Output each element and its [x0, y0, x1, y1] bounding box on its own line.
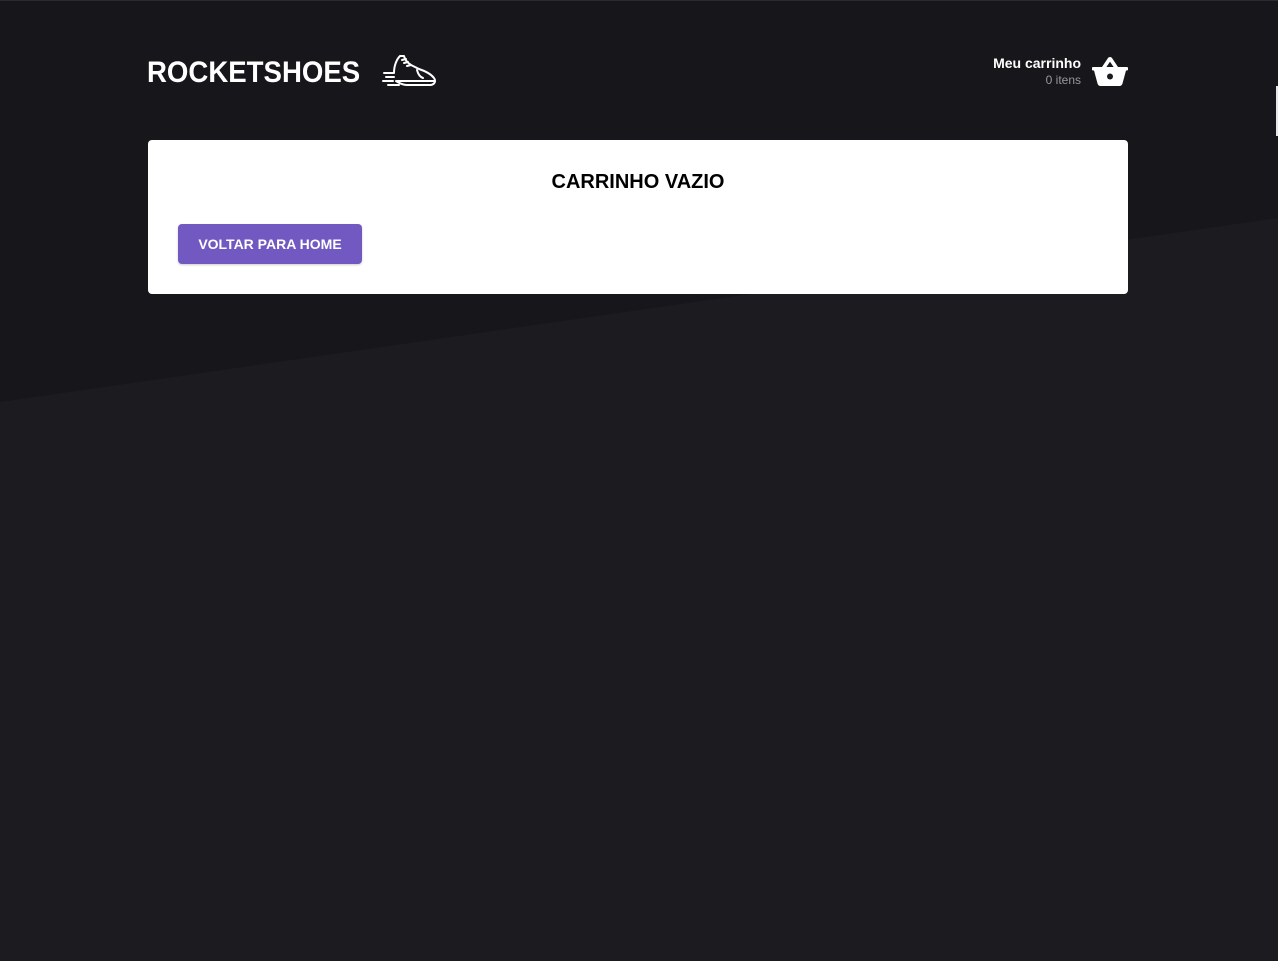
brand-name: ROCKETSHOES — [147, 56, 361, 89]
site-header: ROCKETSHOES Meu carrinho 0 itens — [147, 48, 1128, 98]
logo-link[interactable]: ROCKETSHOES — [147, 51, 437, 95]
running-shoe-icon — [381, 55, 436, 86]
cart-info: Meu carrinho 0 itens — [993, 55, 1081, 88]
empty-cart-title: CARRINHO VAZIO — [551, 171, 725, 193]
shopping-basket-icon — [1092, 57, 1128, 86]
back-to-home-button[interactable]: VOLTAR PARA HOME — [178, 224, 362, 264]
empty-cart-card: CARRINHO VAZIO VOLTAR PARA HOME — [148, 140, 1128, 294]
window-top-border — [0, 0, 1278, 1]
cart-item-count: 0 itens — [1045, 72, 1081, 87]
cart-link[interactable]: Meu carrinho 0 itens — [993, 55, 1128, 88]
cart-title: Meu carrinho — [993, 54, 1081, 71]
